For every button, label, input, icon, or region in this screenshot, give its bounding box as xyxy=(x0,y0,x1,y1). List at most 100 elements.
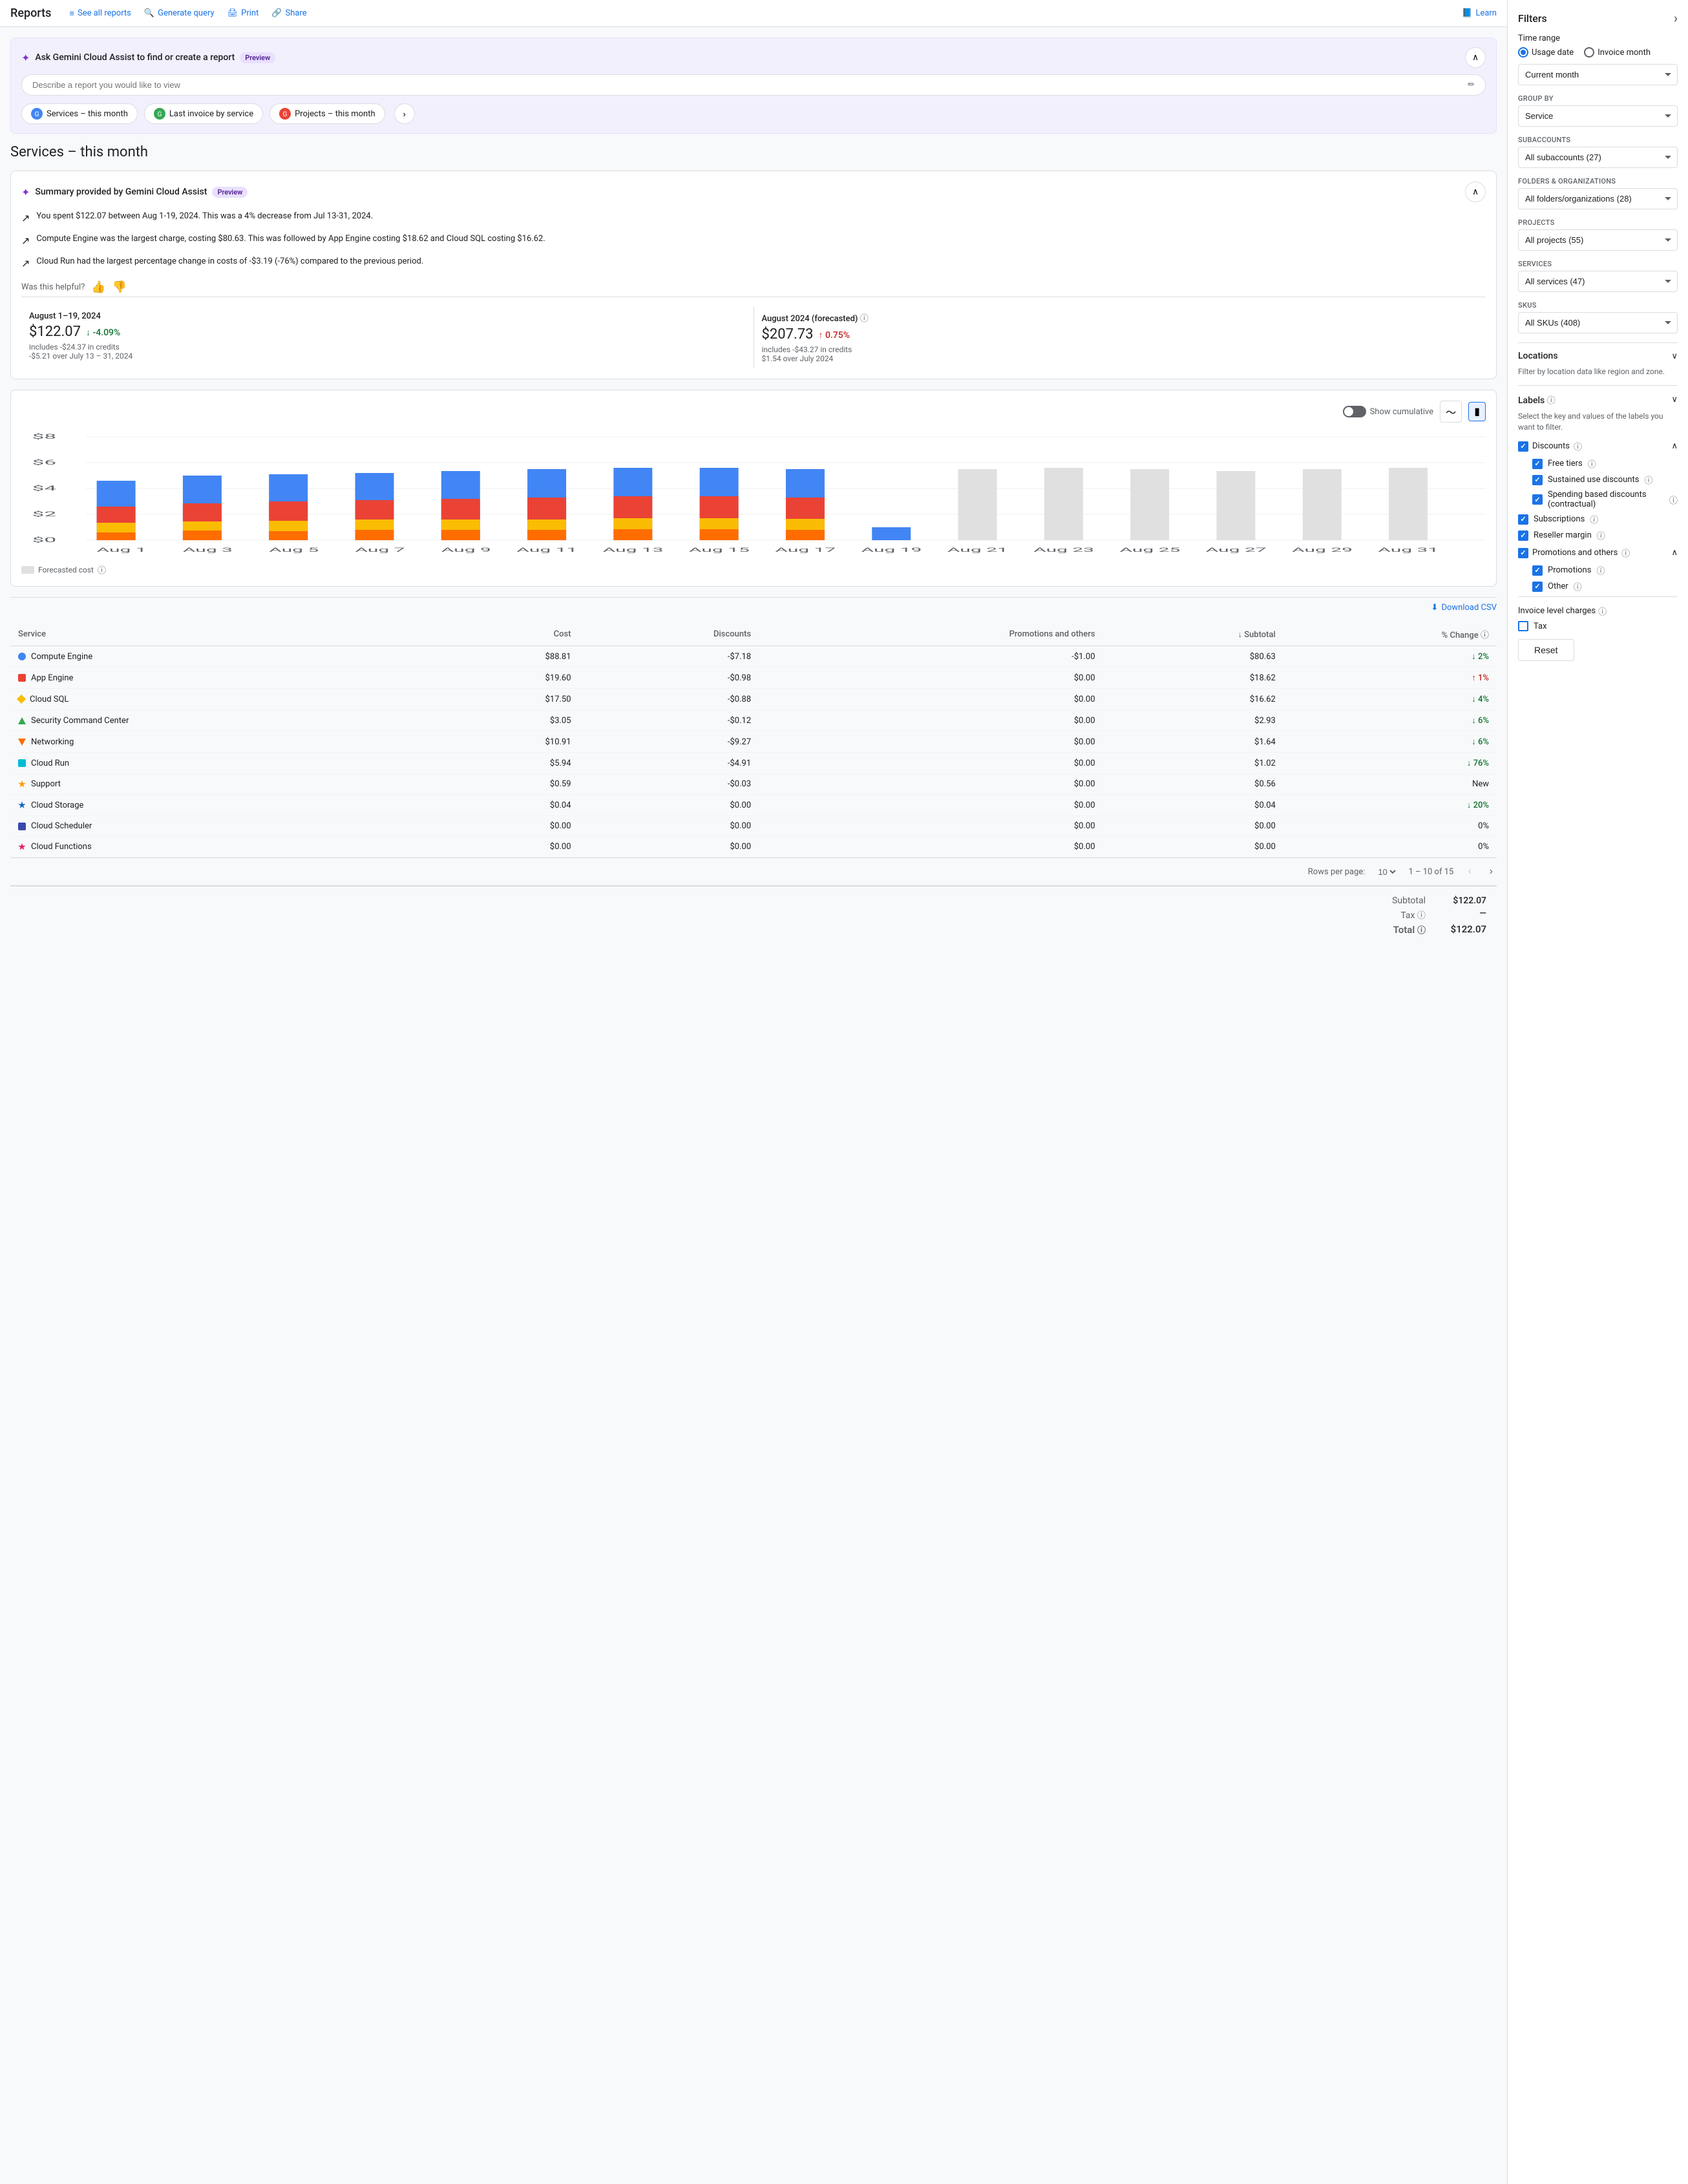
labels-header[interactable]: Labels ⓘ ∨ xyxy=(1518,394,1678,406)
toggle-switch-icon xyxy=(1343,406,1366,417)
promotions-cell: $0.00 xyxy=(759,837,1102,857)
table-row: Cloud Run $5.94 -$4.91 $0.00 $1.02 ↓ 76% xyxy=(10,753,1497,774)
svg-text:Aug 23: Aug 23 xyxy=(1033,547,1094,554)
services-select[interactable]: All services (47) xyxy=(1518,271,1678,292)
service-cell: Cloud Run xyxy=(10,753,439,774)
change-cell: ↓ 2% xyxy=(1283,646,1497,667)
total-help-icon[interactable]: ⓘ xyxy=(1417,926,1426,936)
cumulative-toggle[interactable]: Show cumulative xyxy=(1343,406,1434,417)
projects-section: Projects All projects (55) xyxy=(1518,218,1678,251)
chip-last-invoice[interactable]: G Last invoice by service xyxy=(144,103,263,124)
scroll-chips-right-button[interactable]: › xyxy=(394,103,415,124)
reset-filters-button[interactable]: Reset xyxy=(1518,639,1574,661)
labels-help-icon[interactable]: ⓘ xyxy=(1547,396,1556,406)
change-cell: ↓ 76% xyxy=(1283,753,1497,774)
subaccounts-select[interactable]: All subaccounts (27) xyxy=(1518,147,1678,168)
filters-sidebar: Filters › Time range Usage date Invoice … xyxy=(1507,0,1688,2184)
share-link[interactable]: 🔗 Share xyxy=(271,8,306,18)
rows-per-page-select[interactable]: 10 25 50 xyxy=(1375,866,1398,877)
free-tiers-item[interactable]: Free tiers ⓘ xyxy=(1532,457,1678,470)
chip-projects-this-month[interactable]: G Projects – this month xyxy=(269,103,385,124)
reseller-help-icon[interactable]: ⓘ xyxy=(1597,529,1605,541)
reseller-checkbox[interactable] xyxy=(1518,530,1528,541)
promotions-sub-checkbox[interactable] xyxy=(1532,565,1543,576)
services-section: Services All services (47) xyxy=(1518,260,1678,292)
thumbs-up-button[interactable]: 👍 xyxy=(91,280,105,294)
sustained-use-item[interactable]: Sustained use discounts ⓘ xyxy=(1532,474,1678,486)
svg-text:Aug 7: Aug 7 xyxy=(355,547,405,554)
other-item[interactable]: Other ⓘ xyxy=(1532,580,1678,593)
forecasted-change: ↑ 0.75% xyxy=(819,330,850,341)
chip-services-this-month[interactable]: G Services – this month xyxy=(21,103,138,124)
locations-header[interactable]: Locations ∨ xyxy=(1518,351,1678,361)
projects-select[interactable]: All projects (55) xyxy=(1518,229,1678,251)
promotions-header[interactable]: Promotions and others ⓘ ∧ xyxy=(1518,547,1678,559)
promo-help-icon[interactable]: ⓘ xyxy=(1596,564,1605,576)
download-csv-link[interactable]: ⬇ Download CSV xyxy=(1431,603,1497,613)
subscriptions-help-icon[interactable]: ⓘ xyxy=(1590,513,1598,525)
credits-header[interactable]: Discounts ⓘ ∧ xyxy=(1518,440,1678,452)
locations-section: Locations ∨ Filter by location data like… xyxy=(1518,342,1678,377)
tax-filter-checkbox[interactable] xyxy=(1518,621,1528,631)
usage-date-radio[interactable]: Usage date xyxy=(1518,47,1574,58)
subtotal-cell: $1.64 xyxy=(1103,731,1283,753)
collapse-gemini-button[interactable]: ∧ xyxy=(1465,47,1486,68)
quick-reports-row: G Services – this month G Last invoice b… xyxy=(21,103,1486,124)
group-by-select[interactable]: Service xyxy=(1518,105,1678,127)
change-help-icon[interactable]: ⓘ xyxy=(1481,631,1489,640)
invoice-charges-help-icon[interactable]: ⓘ xyxy=(1598,605,1607,617)
subtotal-cell: $80.63 xyxy=(1103,646,1283,667)
next-page-button[interactable]: › xyxy=(1486,865,1497,879)
thumbs-down-button[interactable]: 👎 xyxy=(112,280,127,294)
free-tiers-help-icon[interactable]: ⓘ xyxy=(1588,457,1596,470)
other-help-icon[interactable]: ⓘ xyxy=(1574,580,1582,593)
see-all-reports-link[interactable]: ≡ See all reports xyxy=(69,8,131,19)
time-range-select[interactable]: Current month xyxy=(1518,64,1678,85)
other-checkbox[interactable] xyxy=(1532,582,1543,592)
discounts-help-icon[interactable]: ⓘ xyxy=(1574,440,1582,452)
gemini-search-input[interactable] xyxy=(32,80,1468,90)
learn-link[interactable]: 📘 Learn xyxy=(1462,8,1497,18)
collapse-summary-button[interactable]: ∧ xyxy=(1465,182,1486,202)
sustained-help-icon[interactable]: ⓘ xyxy=(1644,474,1652,486)
forecasted-info-icon[interactable]: ⓘ xyxy=(98,563,106,576)
share-icon: 🔗 xyxy=(271,8,282,18)
spending-based-item[interactable]: Spending based discounts (contractual) ⓘ xyxy=(1532,490,1678,509)
svg-text:Aug 25: Aug 25 xyxy=(1120,547,1181,554)
svg-text:$6: $6 xyxy=(32,459,56,467)
forecasted-help-icon[interactable]: ⓘ xyxy=(860,314,869,324)
total-line: Total ⓘ $122.07 xyxy=(1393,923,1486,936)
main-content: ✦ Ask Gemini Cloud Assist to find or cre… xyxy=(0,27,1507,2184)
generate-query-link[interactable]: 🔍 Generate query xyxy=(144,8,215,18)
invoice-month-radio[interactable]: Invoice month xyxy=(1584,47,1651,58)
filters-expand-icon[interactable]: › xyxy=(1674,10,1678,26)
labels-chevron-icon: ∨ xyxy=(1671,395,1678,404)
free-tiers-checkbox[interactable] xyxy=(1532,459,1543,469)
skus-section: SKUs All SKUs (408) xyxy=(1518,301,1678,333)
bar-chart-button[interactable]: ▮ xyxy=(1468,402,1486,421)
sustained-use-checkbox[interactable] xyxy=(1532,475,1543,485)
tax-line: Tax ⓘ — xyxy=(1400,908,1486,921)
service-cell: Compute Engine xyxy=(10,646,439,667)
line-chart-button[interactable]: 〜 xyxy=(1440,401,1462,423)
folders-select[interactable]: All folders/organizations (28) xyxy=(1518,188,1678,209)
promotions-checkbox[interactable] xyxy=(1518,548,1528,558)
subscriptions-checkbox[interactable] xyxy=(1518,514,1528,525)
forecasted-swatch xyxy=(21,566,34,574)
prev-page-button[interactable]: ‹ xyxy=(1464,865,1475,879)
promotions-cell: -$1.00 xyxy=(759,646,1102,667)
tax-filter-item[interactable]: Tax xyxy=(1518,621,1678,631)
svg-text:Aug 29: Aug 29 xyxy=(1292,547,1353,554)
promotions-help-icon[interactable]: ⓘ xyxy=(1621,547,1630,559)
reseller-item[interactable]: Reseller margin ⓘ xyxy=(1518,529,1678,541)
usage-date-radio-icon xyxy=(1518,47,1528,58)
print-link[interactable]: 🖨 Print xyxy=(227,8,259,18)
tax-help-icon[interactable]: ⓘ xyxy=(1417,911,1426,921)
skus-select[interactable]: All SKUs (408) xyxy=(1518,312,1678,333)
spending-help-icon[interactable]: ⓘ xyxy=(1669,494,1678,506)
promotions-item[interactable]: Promotions ⓘ xyxy=(1532,564,1678,576)
change-cell: 0% xyxy=(1283,837,1497,857)
subscriptions-item[interactable]: Subscriptions ⓘ xyxy=(1518,513,1678,525)
spending-based-checkbox[interactable] xyxy=(1532,494,1543,505)
discounts-checkbox[interactable] xyxy=(1518,441,1528,452)
